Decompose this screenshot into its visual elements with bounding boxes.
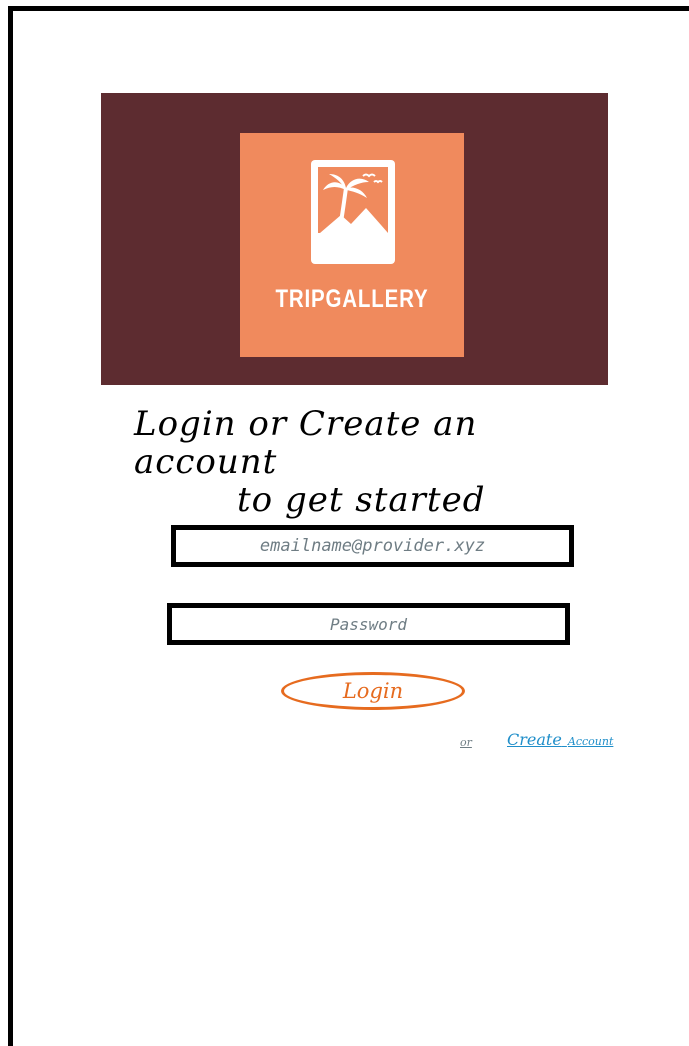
create-account-link[interactable]: Create Account [507, 730, 613, 749]
brand-name: TRIPGALLERY [275, 285, 429, 313]
login-button[interactable]: Login [281, 672, 465, 710]
create-account-link-small: Account [567, 735, 614, 748]
email-field[interactable] [171, 525, 574, 567]
or-separator: or [460, 736, 472, 749]
page-title: Login or Create an account to get starte… [134, 405, 614, 519]
photo-frame-palm-tree-icon [311, 160, 395, 264]
title-line-2: to get started [237, 480, 486, 520]
title-line-1: Login or Create an account [134, 404, 478, 482]
password-field[interactable] [167, 603, 570, 645]
create-account-link-main: Create [507, 730, 562, 749]
app-logo: TRIPGALLERY [240, 133, 464, 357]
